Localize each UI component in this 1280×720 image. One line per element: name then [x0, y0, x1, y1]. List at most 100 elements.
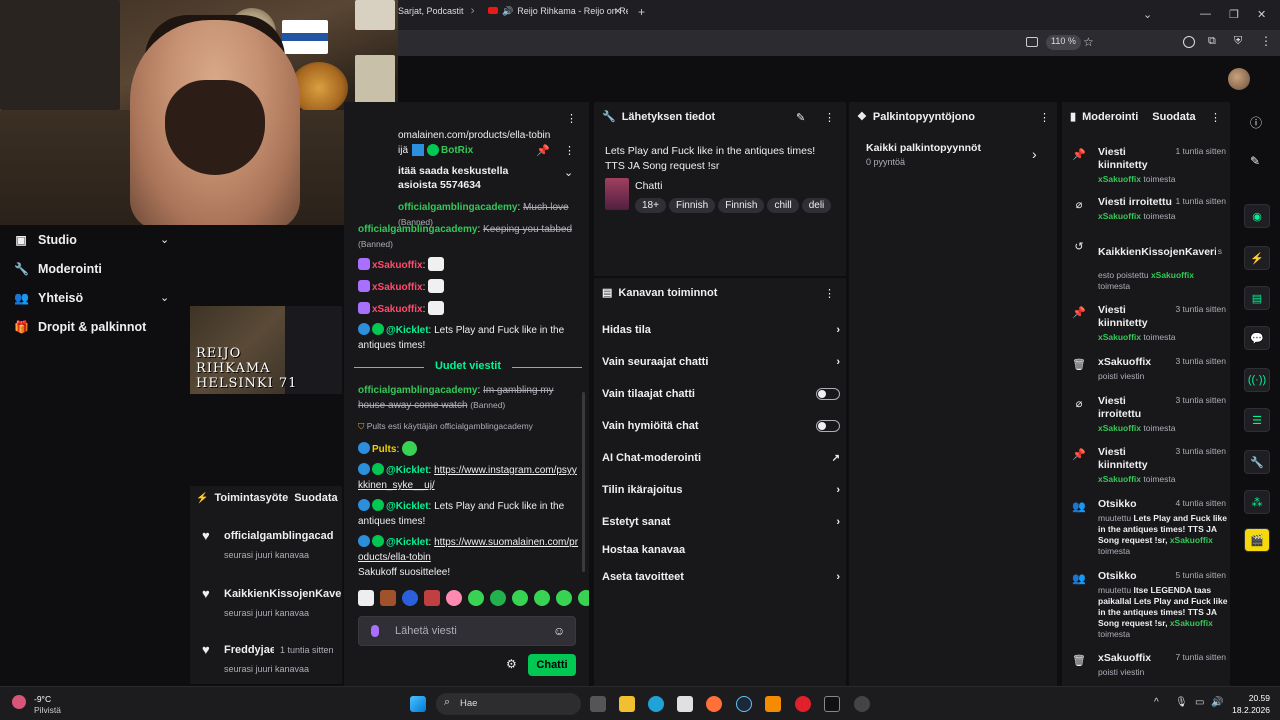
extensions-icon[interactable]: ⧉ [1208, 35, 1216, 48]
quick-action-broadcast-icon[interactable]: ((·)) [1244, 368, 1270, 392]
edit-pencil-icon[interactable]: ✎ [1250, 154, 1260, 168]
tag[interactable]: deli [801, 198, 832, 213]
chat-user[interactable]: officialgamblingacademy [358, 385, 477, 396]
edge-icon[interactable] [648, 696, 664, 712]
mod-user[interactable]: xSakuoffix [1098, 174, 1141, 184]
tool-ai-moderation[interactable]: AI Chat-moderointi ↗ [602, 452, 840, 464]
subscribers-only-toggle[interactable] [816, 388, 840, 400]
maximize-icon[interactable]: ❐ [1229, 8, 1239, 21]
emote-icon[interactable] [446, 590, 462, 606]
chat-user[interactable]: @Kicklet [386, 465, 429, 476]
chat-settings-gear-icon[interactable]: ⚙ [506, 657, 517, 671]
browser-menu-icon[interactable]: ⋮ [1260, 34, 1272, 48]
account-icon[interactable] [1183, 36, 1195, 48]
bookmark-star-icon[interactable]: ☆ [1083, 35, 1094, 49]
quick-action-clapper-icon[interactable]: 🎬 [1244, 528, 1270, 552]
tab-list-chevron-icon[interactable]: ⌄ [1143, 8, 1152, 21]
nav-dropit[interactable]: 🎁 Dropit & palkinnot [14, 320, 146, 334]
browser-tab-active[interactable]: 🔊 Reijo Rihkama - Reijo on Re [488, 6, 628, 26]
clock-time[interactable]: 20.59 [1240, 693, 1270, 703]
tool-followers-only[interactable]: Vain seuraajat chatti › [602, 356, 840, 368]
minimize-icon[interactable]: — [1200, 8, 1211, 20]
quick-action-document-icon[interactable]: ▤ [1244, 286, 1270, 310]
opera-icon[interactable] [795, 696, 811, 712]
tray-chevron-icon[interactable]: ^ [1154, 697, 1159, 708]
firefox-icon[interactable] [706, 696, 722, 712]
steam-icon[interactable] [736, 696, 752, 712]
tool-age-restriction[interactable]: Tilin ikärajoitus › [602, 484, 840, 496]
avatar[interactable] [1228, 68, 1250, 90]
tag[interactable]: Finnish [718, 198, 765, 213]
card-kebab-icon[interactable]: ⋮ [1039, 111, 1050, 124]
chat-input[interactable]: Lähetä viesti ☺ [358, 616, 576, 646]
chat-user[interactable]: officialgamblingacademy [358, 224, 477, 235]
taskbar-search[interactable]: ⌕ Hae [436, 693, 581, 715]
emote-icon[interactable] [490, 590, 506, 606]
all-rewards-row[interactable]: Kaikki palkintopyynnöt 0 pyyntöä › [866, 142, 1046, 174]
tool-host-channel[interactable]: Hostaa kanavaa [602, 544, 840, 556]
info-icon[interactable]: ⓘ [1250, 114, 1262, 131]
mod-user[interactable]: xSakuoffix [1098, 474, 1141, 484]
chat-user[interactable]: @Kicklet [386, 325, 429, 336]
mod-user[interactable]: xSakuoffix [1151, 270, 1194, 280]
quick-action-layout-icon[interactable]: ☰ [1244, 408, 1270, 432]
file-explorer-icon[interactable] [619, 696, 635, 712]
chat-user[interactable]: xSakuoffix [372, 260, 423, 271]
tag[interactable]: 18+ [635, 198, 666, 213]
volume-icon[interactable]: 🔊 [1211, 697, 1223, 708]
reader-icon[interactable] [1026, 37, 1038, 47]
emote-icon[interactable] [424, 590, 440, 606]
windows-start-icon[interactable] [410, 696, 426, 712]
emote-icon[interactable] [512, 590, 528, 606]
terminal-icon[interactable] [824, 696, 840, 712]
chevron-down-icon[interactable]: ⌄ [160, 233, 169, 246]
mod-user[interactable]: xSakuoffix [1098, 211, 1141, 221]
mod-user[interactable]: xSakuoffix [1170, 535, 1213, 545]
chat-user[interactable]: officialgamblingacademy [398, 202, 517, 213]
nav-studio[interactable]: ▣ Studio [14, 233, 77, 247]
nav-moderointi[interactable]: 🔧 Moderointi [14, 262, 102, 276]
card-kebab-icon[interactable]: ⋮ [1210, 111, 1221, 124]
tool-slow-mode[interactable]: Hidas tila › [602, 324, 840, 336]
browser-tab[interactable]: Sarjat, Podcastit, Su [398, 6, 464, 26]
emote-only-toggle[interactable] [816, 420, 840, 432]
tool-blocked-terms[interactable]: Estetyt sanat › [602, 516, 840, 528]
tab-close-icon[interactable]: ✕ [470, 6, 474, 26]
mod-user[interactable]: xSakuoffix [1098, 423, 1141, 433]
quick-action-people-icon[interactable]: ⁂ [1244, 490, 1270, 514]
mic-icon[interactable]: 🎙 [1175, 697, 1188, 708]
close-window-icon[interactable]: ✕ [1257, 8, 1266, 21]
chat-user[interactable]: xSakuoffix [372, 304, 423, 315]
quick-action-camera-icon[interactable]: ◉ [1244, 204, 1270, 228]
emote-icon[interactable] [468, 590, 484, 606]
store-icon[interactable] [677, 696, 693, 712]
clock-date[interactable]: 18.2.2026 [1226, 705, 1270, 715]
activity-filter-button[interactable]: Suodata [294, 492, 337, 504]
emote-icon[interactable] [534, 590, 550, 606]
edit-pencil-icon[interactable]: ✎ [796, 111, 805, 124]
card-kebab-icon[interactable]: ⋮ [824, 111, 835, 124]
emote-icon[interactable] [556, 590, 572, 606]
settings-app-icon[interactable] [854, 696, 870, 712]
zoom-indicator[interactable]: 110 % [1046, 35, 1081, 50]
weather-icon[interactable] [12, 695, 26, 709]
quick-action-wrench-icon[interactable]: 🔧 [1244, 450, 1270, 474]
chat-menu-kebab-icon[interactable]: ⋮ [566, 112, 577, 125]
chevron-down-icon[interactable]: ⌄ [564, 166, 573, 179]
pinned-user[interactable]: BotRix [441, 145, 473, 156]
emote-icon[interactable] [358, 590, 374, 606]
emote-icon[interactable] [380, 590, 396, 606]
tag[interactable]: Finnish [668, 198, 716, 213]
vlc-icon[interactable] [765, 696, 781, 712]
stream-preview[interactable]: REIJO RIHKAMA HELSINKI 71 [190, 306, 342, 394]
pinned-kebab-icon[interactable]: ⋮ [564, 144, 575, 157]
quick-action-bolt-icon[interactable]: ⚡ [1244, 246, 1270, 270]
mod-user[interactable]: xSakuoffix [1170, 618, 1213, 628]
emote-icon[interactable] [402, 590, 418, 606]
pinned-link[interactable]: omalainen.com/products/ella-tobin [398, 128, 589, 143]
mic-icon[interactable] [371, 625, 379, 637]
tool-set-goals[interactable]: Aseta tavoitteet › [602, 571, 840, 583]
chat-user[interactable]: Pults [372, 444, 396, 455]
new-messages-divider[interactable]: Uudet viestit [354, 360, 582, 374]
chat-user[interactable]: @Kicklet [386, 501, 429, 512]
